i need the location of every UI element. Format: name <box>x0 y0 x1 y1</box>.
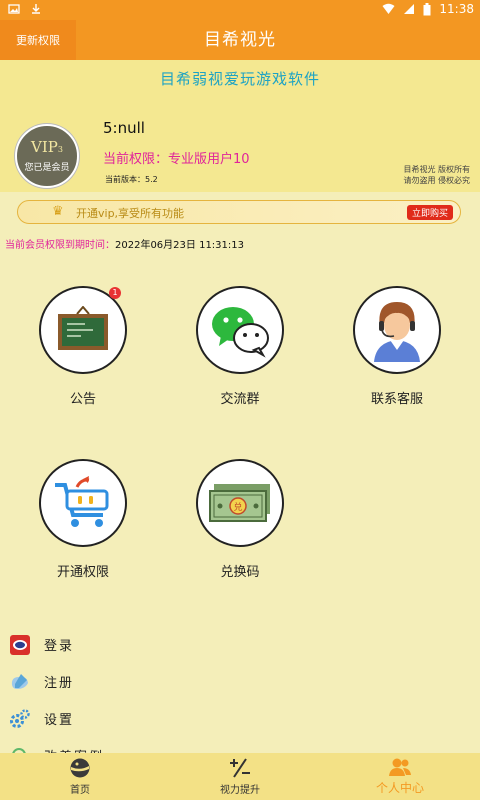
app-version: 当前版本：5.2 <box>105 175 158 184</box>
profile-icon <box>389 758 411 776</box>
tab-home[interactable]: 首页 <box>0 753 160 800</box>
bottom-tab-bar: 首页 视力提升 个人中心 <box>0 753 480 800</box>
image-notification-icon <box>8 4 20 14</box>
avatar[interactable]: VIP3 您已是会员 <box>15 124 79 188</box>
feature-chat-group[interactable]: 交流群 <box>194 286 286 407</box>
feature-announcement[interactable]: 1 公告 <box>37 286 129 407</box>
menu-item-label: 登录 <box>44 639 75 654</box>
tab-label: 首页 <box>70 785 90 796</box>
money-icon: 兑 <box>209 484 270 522</box>
update-permission-button[interactable]: 更新权限 <box>0 20 76 60</box>
tab-label: 视力提升 <box>220 785 260 796</box>
tab-label: 个人中心 <box>375 781 424 795</box>
menu-item-register[interactable]: 注册 <box>0 663 480 700</box>
login-icon <box>10 634 30 655</box>
status-bar: 11:38 <box>0 0 480 20</box>
shopping-cart-icon <box>55 476 109 527</box>
menu-item-label: 设置 <box>44 713 75 728</box>
home-icon <box>70 758 90 778</box>
wifi-icon <box>382 3 395 14</box>
signal-icon <box>404 4 415 14</box>
register-icon <box>11 673 28 689</box>
tab-profile[interactable]: 个人中心 <box>320 753 480 800</box>
svg-text:兑: 兑 <box>233 501 242 513</box>
feature-redeem-code[interactable]: 兑 兑换码 <box>194 459 286 580</box>
membership-expiry: 当前会员权限到期时间：2022年06月23日 11:31:13 <box>5 236 244 251</box>
download-icon <box>32 4 40 14</box>
app-slogan: 目希弱视爱玩游戏软件 <box>159 70 320 88</box>
wechat-icon <box>212 307 269 358</box>
menu-item-settings[interactable]: 设置 <box>0 700 480 737</box>
menu-list: 登录 注册 设置 改善案例 <box>0 626 480 774</box>
tab-vision-improvement[interactable]: 视力提升 <box>160 753 320 800</box>
buy-now-button[interactable]: 立即购买 <box>406 205 453 220</box>
settings-icon <box>10 708 30 728</box>
copyright-notice: 目希视光 版权所有 请勿盗用 侵权必究 <box>403 165 470 185</box>
feature-customer-service[interactable]: 联系客服 <box>351 286 443 407</box>
vision-icon <box>230 758 250 778</box>
customer-service-icon <box>374 302 420 362</box>
vip-logo: VIP3 <box>31 138 63 156</box>
feature-label: 公告 <box>69 392 96 407</box>
expiry-label: 当前会员权限到期时间： <box>5 240 115 251</box>
feature-open-permission[interactable]: 开通权限 <box>37 459 129 580</box>
vip-banner-text: 开通vip,享受所有功能 <box>76 207 185 220</box>
profile-header: 目希弱视爱玩游戏软件 VIP3 您已是会员 5:null 当前权限：专业版用户1… <box>0 60 480 192</box>
menu-item-login[interactable]: 登录 <box>0 626 480 663</box>
current-permission: 当前权限：专业版用户10 <box>103 152 250 167</box>
member-status: 您已是会员 <box>24 163 70 173</box>
battery-icon <box>423 2 431 15</box>
notification-badge: 1 <box>109 287 121 299</box>
vip-banner[interactable]: ♛ 开通vip,享受所有功能 立即购买 <box>17 200 461 224</box>
expiry-value: 2022年06月23日 11:31:13 <box>115 240 244 251</box>
blackboard-icon <box>58 306 108 350</box>
feature-label: 交流群 <box>220 392 260 407</box>
crown-icon: ♛ <box>52 204 64 219</box>
username: 5:null <box>103 119 145 137</box>
feature-label: 兑换码 <box>220 565 260 580</box>
app-bar: 目希视光 更新权限 <box>0 20 480 60</box>
feature-label: 联系客服 <box>370 392 423 407</box>
feature-label: 开通权限 <box>56 565 109 580</box>
clock: 11:38 <box>439 2 474 16</box>
menu-item-label: 注册 <box>44 676 75 691</box>
